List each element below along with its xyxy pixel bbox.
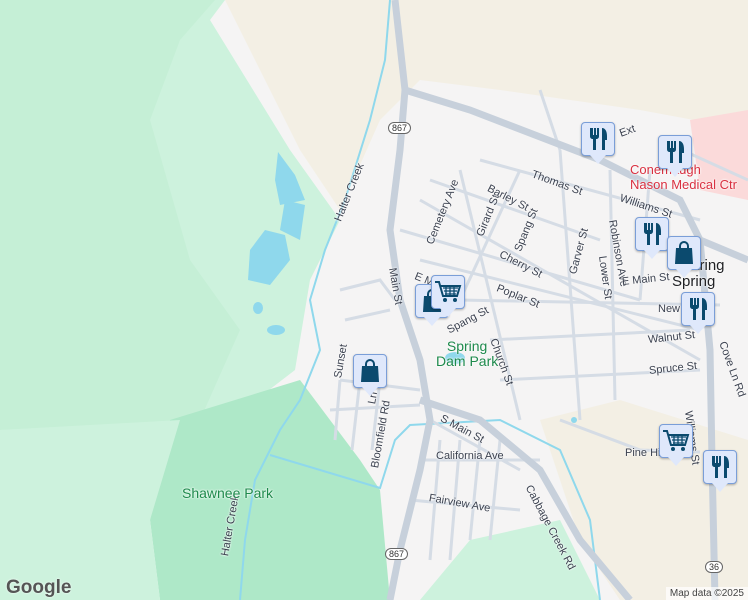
restaurant-marker[interactable]	[703, 450, 737, 494]
fork-knife-icon	[681, 292, 715, 326]
map-attribution[interactable]: Map data ©2025	[665, 587, 748, 600]
marker-pointer	[644, 250, 660, 259]
google-logo: Google	[6, 577, 72, 598]
shopping-bag-icon	[353, 354, 387, 388]
spring-dam-park-label: Spring Dam Park	[436, 338, 499, 369]
shopping-marker[interactable]	[667, 236, 701, 280]
street-label: California Ave	[436, 450, 504, 462]
shopping-marker[interactable]	[353, 354, 387, 398]
shopping-cart-icon	[431, 275, 465, 309]
marker-pointer	[362, 387, 378, 396]
route-36-shield: 36	[705, 561, 724, 573]
shopping-bag-icon	[667, 236, 701, 270]
grocery-marker[interactable]	[659, 424, 693, 468]
marker-pointer	[590, 155, 606, 164]
grocery-marker[interactable]	[431, 275, 465, 319]
route-867-shield: 867	[388, 122, 412, 134]
marker-pointer	[690, 325, 706, 334]
fork-knife-icon	[635, 217, 669, 251]
marker-pointer	[668, 457, 684, 466]
shopping-cart-icon	[659, 424, 693, 458]
restaurant-marker[interactable]	[581, 122, 615, 166]
restaurant-marker[interactable]	[635, 217, 669, 261]
marker-pointer	[667, 168, 683, 177]
fork-knife-icon	[581, 122, 615, 156]
green-area	[0, 420, 180, 600]
marker-pointer	[712, 483, 728, 492]
fork-knife-icon	[703, 450, 737, 484]
fork-knife-icon	[658, 135, 692, 169]
route-867-shield: 867	[385, 548, 409, 560]
restaurant-marker[interactable]	[658, 135, 692, 179]
restaurant-marker[interactable]	[681, 292, 715, 336]
shawnee-park-label: Shawnee Park	[182, 485, 274, 501]
marker-pointer	[676, 269, 692, 278]
map-canvas[interactable]	[0, 0, 748, 600]
marker-pointer	[440, 308, 456, 317]
